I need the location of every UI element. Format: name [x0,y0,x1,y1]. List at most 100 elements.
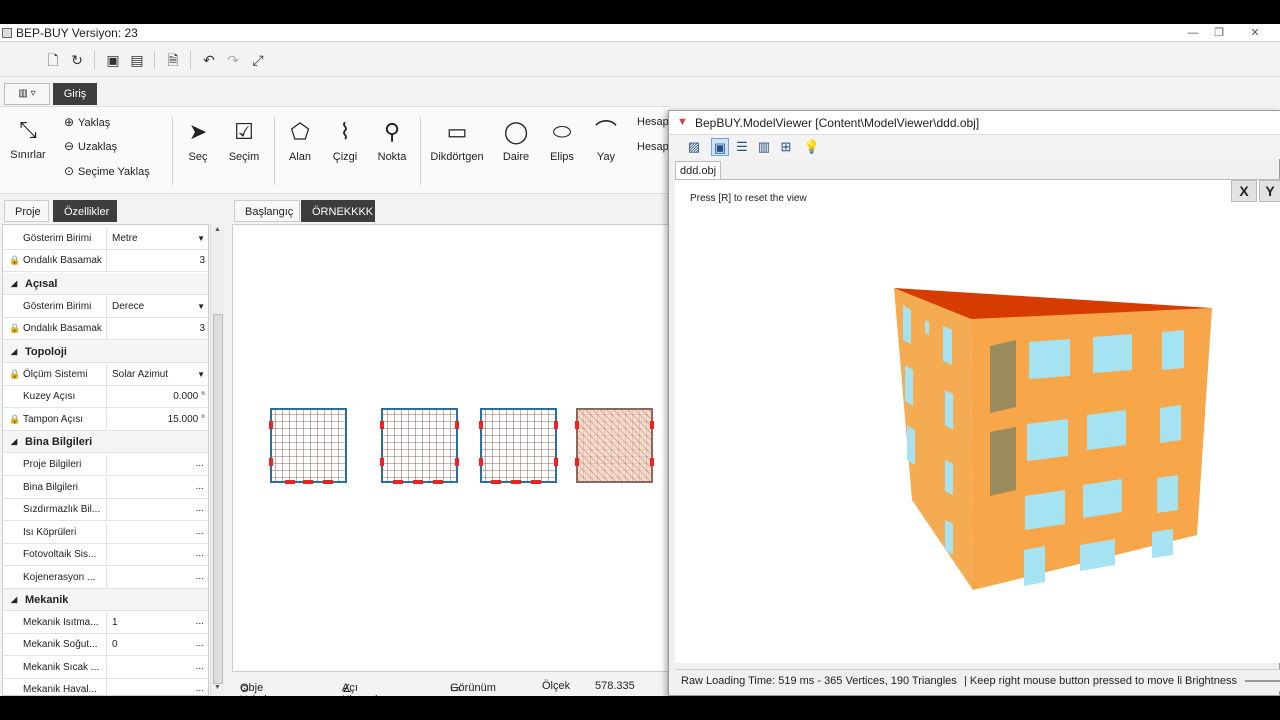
dikdortgen-button[interactable]: ▭ Dikdörtgen [428,119,486,163]
nokta-button[interactable]: ⚲ Nokta [374,119,410,163]
tab-ddd-obj[interactable]: ddd.obj [675,161,721,179]
tab-giris[interactable]: Giriş [53,83,97,105]
fotovoltaik-editor[interactable]: ... [106,544,208,566]
olcum-sistemi-select[interactable]: Solar Azimut ▼ [106,364,208,386]
lightbulb-icon[interactable]: 💡 [803,138,821,156]
daire-button[interactable]: ◯ Daire [500,119,532,163]
property-row: Proje Bilgileri ... [3,454,208,476]
ellipsis-button[interactable]: ... [196,612,204,632]
minimize-icon[interactable]: — [1184,26,1202,40]
hesap-button-1[interactable]: Hesap [637,116,669,128]
floor-plan-4[interactable] [575,408,654,483]
mekanik-sicak-editor[interactable]: ... [106,657,208,679]
category-mekanik[interactable]: ◢ Mekanik [3,589,208,611]
ellipsis-button[interactable]: ... [196,477,204,497]
app-icon [2,28,12,38]
tab-proje[interactable]: Proje [4,200,49,222]
save-icon[interactable]: ▣ [104,51,122,69]
ellipsis-button[interactable]: ... [196,657,204,677]
property-row: Kojenerasyon ... ... [3,567,208,589]
cizgi-button[interactable]: ⌇ Çizgi [328,119,362,163]
secim-button[interactable]: ☑ Seçim [224,119,264,163]
maximize-icon[interactable]: ❐ [1210,26,1228,40]
elips-button[interactable]: ⬭ Elips [546,119,578,163]
ellipsis-button[interactable]: ... [196,499,204,519]
secime-yaklas-button[interactable]: ⊙ Seçime Yaklaş [64,164,150,178]
mekanik-havalandirma-editor[interactable]: ... [106,679,208,695]
ellipsis-button[interactable]: ... [196,522,204,542]
polygon-icon: ⬠ [290,119,310,144]
close-icon[interactable]: ✕ [1246,26,1264,40]
kuzey-acisi-input[interactable]: 0.000 ° [106,386,208,408]
vertical-split-icon[interactable]: ▥ [755,138,773,156]
image-icon[interactable]: ▨ [685,138,703,156]
property-label: Sızdırmazlık Bil... [23,504,101,515]
property-label: Ondalık Basamak [23,255,102,266]
tab-baslangic[interactable]: Başlangıç [234,200,300,222]
sinirlar-label: Sınırlar [10,149,46,161]
file-settings-icon[interactable]: 🗎 [164,51,182,69]
horizontal-split-icon[interactable]: ☰ [733,138,751,156]
bina-bilgileri-editor[interactable]: ... [106,477,208,499]
model-viewer-title-bar[interactable]: ▼ BepBUY.ModelViewer [Content\ModelViewe… [669,111,1280,135]
ellipsis-button[interactable]: ... [196,544,204,564]
mekanik-sogutma-input[interactable]: 0... [106,634,208,656]
undo-icon[interactable]: ↶ [200,51,218,69]
sinirlar-button[interactable]: ⤡ Sınırlar [10,117,46,161]
3d-viewport[interactable]: Press [R] to reset the view X Y [675,179,1280,663]
gosterim-birimi-select[interactable]: Metre ▼ [106,228,208,250]
tampon-acisi-input[interactable]: 15.000 ° [106,409,208,431]
save-all-icon[interactable]: ▤ [128,51,146,69]
scroll-thumb[interactable] [213,314,223,684]
ellipsis-button[interactable]: ... [196,567,204,587]
category-topoloji[interactable]: ◢ Topoloji [3,341,208,363]
proje-bilgileri-editor[interactable]: ... [106,454,208,476]
polyline-icon: ⌇ [339,119,351,144]
sizdirmazlik-editor[interactable]: ... [106,499,208,521]
brightness-slider[interactable] [1245,680,1280,682]
kojenerasyon-editor[interactable]: ... [106,567,208,589]
collapse-icon: ◢ [11,595,18,604]
single-view-icon[interactable]: ▣ [711,138,729,156]
gorunum-label: Görünüm [450,682,496,694]
ribbon-panel: ⤡ Sınırlar ⊕ Yaklaş ⊖ Uzaklaş ⊙ Seçime Yakl… [0,106,670,194]
yay-button[interactable]: ⌒ Yay [592,119,620,163]
floor-plan-1[interactable] [269,408,347,484]
new-file-icon[interactable]: 🗋 [44,51,62,69]
scroll-down-icon[interactable]: ▼ [214,684,221,691]
floor-plan-2[interactable] [380,408,459,484]
isi-kopruleri-editor[interactable]: ... [106,522,208,544]
mekanik-isitma-input[interactable]: 1... [106,612,208,634]
property-value: Derece [112,301,145,312]
property-row: Gösterim Birimi Derece ▼ [3,296,208,318]
mouse-help-text: | Keep right mouse button pressed to mov… [964,675,1183,687]
scroll-up-icon[interactable]: ▲ [214,226,221,233]
category-acisal[interactable]: ◢ Açısal [3,273,208,295]
drawing-canvas[interactable] [232,224,670,672]
redo-icon[interactable]: ↷ [224,51,242,69]
sec-button[interactable]: ➤ Seç [182,119,214,163]
uzaklas-button[interactable]: ⊖ Uzaklaş [64,139,117,153]
property-label: Ölçüm Sistemi [23,369,88,380]
ellipsis-button[interactable]: ... [196,679,204,695]
secime-yaklas-label: Seçime Yaklaş [78,166,150,178]
yaklas-button[interactable]: ⊕ Yaklaş [64,115,110,129]
property-label: Kuzey Açısı [23,391,76,402]
tab-ornekkkk[interactable]: ÖRNEKKKK [301,200,375,222]
properties-scrollbar[interactable]: ▲ ▼ [210,224,224,696]
aci-ondalik-input[interactable]: 3 [106,318,208,340]
hesap-button-2[interactable]: Hesap [637,141,669,153]
open-file-icon[interactable]: ↻ [68,51,86,69]
alan-button[interactable]: ⬠ Alan [282,119,318,163]
fullscreen-icon[interactable]: ⤢ [249,51,267,69]
category-bina-bilgileri[interactable]: ◢ Bina Bilgileri [3,431,208,453]
quad-view-icon[interactable]: ⊞ [777,138,795,156]
ellipsis-button[interactable]: ... [196,454,204,474]
ellipsis-button[interactable]: ... [196,634,204,654]
ribbon-menu-button[interactable]: ▥ ▿ [4,83,50,105]
floor-plan-3[interactable] [479,408,558,484]
property-row: Isı Köprüleri ... [3,522,208,544]
ondalik-basamak-input[interactable]: 3 [106,250,208,272]
tab-ozellikler[interactable]: Özellikler [53,200,117,222]
aci-birimi-select[interactable]: Derece ▼ [106,296,208,318]
